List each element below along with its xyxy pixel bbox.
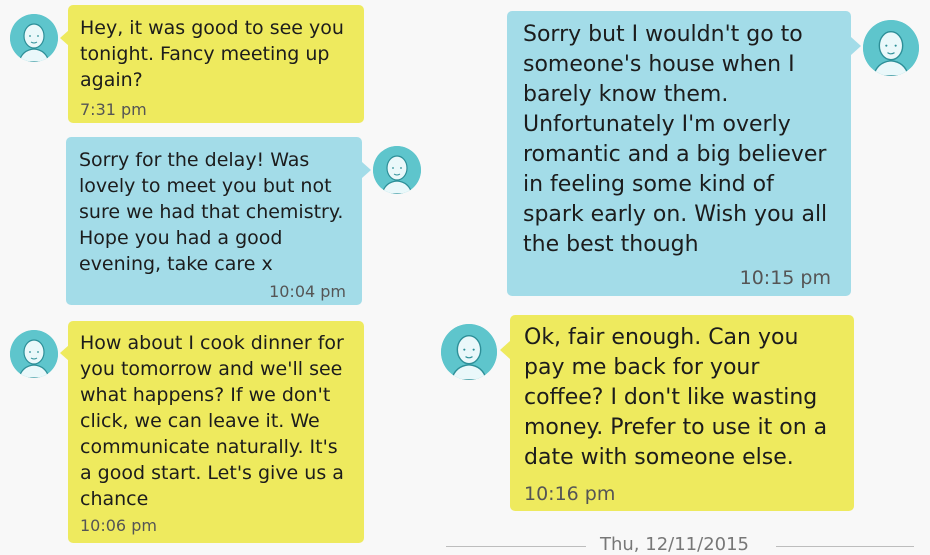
message-time: 10:15 pm (739, 267, 831, 289)
message-bubble-incoming[interactable]: How about I cook dinner for you tomorrow… (68, 321, 364, 543)
message-time: 10:16 pm (524, 483, 616, 505)
date-divider: Thu, 12/11/2015 (600, 534, 750, 555)
message-bubble-outgoing[interactable]: Sorry but I wouldn't go to someone's hou… (507, 11, 851, 296)
person-icon (373, 146, 421, 194)
person-icon (10, 330, 58, 378)
message-text: Hey, it was good to see you tonight. Fan… (80, 17, 344, 91)
contact-avatar[interactable] (441, 324, 497, 380)
message-text: Sorry but I wouldn't go to someone's hou… (523, 22, 828, 257)
person-icon (863, 20, 919, 76)
message-text: Ok, fair enough. Can you pay me back for… (524, 325, 828, 470)
message-text: Sorry for the delay! Was lovely to meet … (79, 149, 344, 275)
date-divider-line (776, 546, 914, 547)
user-avatar[interactable] (373, 146, 421, 194)
bubble-tail (500, 341, 510, 359)
bubble-tail (851, 37, 861, 55)
message-bubble-outgoing[interactable]: Sorry for the delay! Was lovely to meet … (66, 137, 362, 305)
contact-avatar[interactable] (10, 330, 58, 378)
contact-avatar[interactable] (10, 14, 58, 62)
message-time: 10:04 pm (269, 282, 346, 301)
user-avatar[interactable] (863, 20, 919, 76)
message-bubble-incoming[interactable]: Hey, it was good to see you tonight. Fan… (68, 5, 364, 123)
person-icon (441, 324, 497, 380)
message-bubble-incoming[interactable]: Ok, fair enough. Can you pay me back for… (510, 315, 854, 511)
message-text: How about I cook dinner for you tomorrow… (80, 332, 344, 510)
message-time: 10:06 pm (80, 516, 157, 535)
message-time: 7:31 pm (80, 100, 147, 119)
person-icon (10, 14, 58, 62)
bubble-tail (362, 162, 371, 178)
date-divider-line (446, 546, 586, 547)
